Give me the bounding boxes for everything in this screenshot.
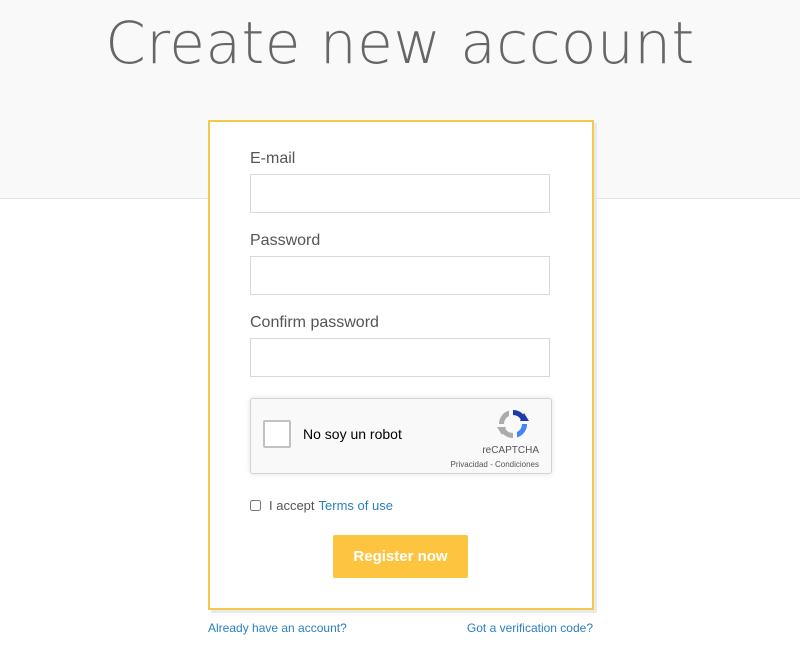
recaptcha-privacy-links[interactable]: Privacidad - Condiciones — [451, 460, 540, 469]
password-label: Password — [250, 232, 321, 249]
email-label: E-mail — [250, 150, 296, 167]
password-field[interactable] — [250, 256, 550, 295]
register-card: E-mail Password Confirm password No soy … — [208, 120, 594, 610]
page-title: Create new account — [105, 9, 695, 77]
terms-checkbox[interactable] — [250, 500, 261, 511]
recaptcha-checkbox[interactable] — [263, 420, 291, 448]
recaptcha-icon — [497, 409, 529, 439]
terms-row: I accept Terms of use — [250, 498, 393, 513]
confirm-password-label: Confirm password — [250, 314, 379, 331]
verification-code-link[interactable]: Got a verification code? — [467, 621, 593, 635]
login-link[interactable]: Already have an account? — [208, 621, 347, 635]
email-field[interactable] — [250, 174, 550, 213]
confirm-password-field[interactable] — [250, 338, 550, 377]
recaptcha-widget: No soy un robot reCAPTCHA Privacidad - C… — [250, 398, 552, 474]
register-page: Create new account E-mail Password Confi… — [0, 0, 800, 650]
terms-prefix: I accept — [269, 498, 315, 513]
recaptcha-label: No soy un robot — [303, 426, 402, 442]
register-button[interactable]: Register now — [333, 535, 468, 578]
terms-of-use-link[interactable]: Terms of use — [319, 498, 393, 513]
recaptcha-brand: reCAPTCHA — [482, 445, 539, 456]
